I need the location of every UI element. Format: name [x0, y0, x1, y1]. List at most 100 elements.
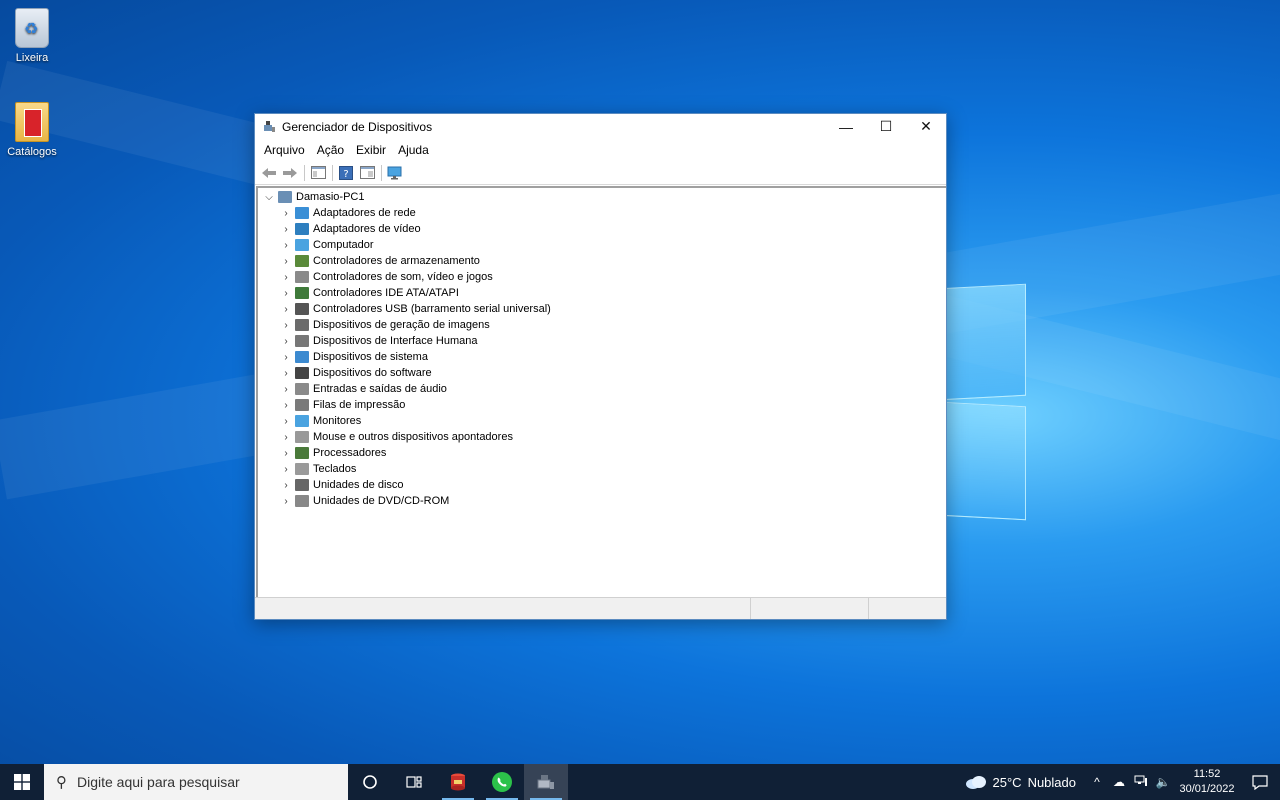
help-button[interactable]: ?: [336, 164, 356, 182]
tree-category-node[interactable]: › Computador: [258, 237, 946, 253]
tree-category-node[interactable]: › Adaptadores de rede: [258, 205, 946, 221]
desktop-icon-catalogos[interactable]: Catálogos: [0, 102, 67, 158]
tree-category-node[interactable]: › Controladores de som, vídeo e jogos: [258, 269, 946, 285]
properties-button[interactable]: [357, 164, 377, 182]
tree-category-label: Controladores IDE ATA/ATAPI: [313, 287, 459, 299]
chevron-up-icon[interactable]: ^: [1086, 775, 1108, 789]
taskbar-app-whatsapp[interactable]: [480, 764, 524, 800]
tree-category-node[interactable]: › Monitores: [258, 413, 946, 429]
menu-acao[interactable]: Ação: [311, 141, 350, 159]
chevron-right-icon[interactable]: ›: [279, 448, 293, 459]
chevron-right-icon[interactable]: ›: [279, 384, 293, 395]
minimize-button[interactable]: —: [826, 114, 866, 139]
chevron-right-icon[interactable]: ›: [279, 288, 293, 299]
chevron-down-icon[interactable]: ⌵: [262, 192, 276, 203]
tree-category-node[interactable]: › Controladores IDE ATA/ATAPI: [258, 285, 946, 301]
tree-category-node[interactable]: › Dispositivos de geração de imagens: [258, 317, 946, 333]
chevron-right-icon[interactable]: ›: [279, 240, 293, 251]
volume-icon[interactable]: 🔈: [1152, 775, 1174, 789]
chevron-right-icon[interactable]: ›: [279, 480, 293, 491]
clock-time: 11:52: [1193, 768, 1221, 780]
title-bar[interactable]: Gerenciador de Dispositivos — ☐ ✕: [255, 114, 946, 139]
start-button[interactable]: [0, 764, 44, 800]
tree-category-label: Computador: [313, 239, 374, 251]
notification-center-button[interactable]: [1240, 764, 1280, 800]
tree-category-node[interactable]: › Dispositivos de Interface Humana: [258, 333, 946, 349]
chevron-right-icon[interactable]: ›: [279, 416, 293, 427]
tree-category-label: Controladores USB (barramento serial uni…: [313, 303, 551, 315]
back-button[interactable]: [259, 164, 279, 182]
status-cell: [751, 598, 869, 619]
tree-category-node[interactable]: › Teclados: [258, 461, 946, 477]
system-device-icon: [295, 351, 309, 363]
tree-category-node[interactable]: › Entradas e saídas de áudio: [258, 381, 946, 397]
weather-widget[interactable]: 25°C Nublado: [965, 775, 1076, 790]
whatsapp-icon: [492, 772, 512, 792]
tree-category-label: Dispositivos de Interface Humana: [313, 335, 478, 347]
desktop-icon-label: Catálogos: [7, 146, 57, 158]
chevron-right-icon[interactable]: ›: [279, 208, 293, 219]
tree-category-node[interactable]: › Unidades de disco: [258, 477, 946, 493]
printer-icon: [295, 399, 309, 411]
chevron-right-icon[interactable]: ›: [279, 336, 293, 347]
weather-condition: Nublado: [1027, 774, 1076, 790]
database-app-icon: [451, 773, 465, 791]
system-tray: 25°C Nublado ^ ☁ 🔈 11:52 30/01/2022: [965, 764, 1280, 800]
camera-icon: [295, 319, 309, 331]
forward-button[interactable]: [280, 164, 300, 182]
chevron-right-icon[interactable]: ›: [279, 256, 293, 267]
keyboard-icon: [295, 463, 309, 475]
menu-ajuda[interactable]: Ajuda: [392, 141, 435, 159]
tree-category-node[interactable]: › Mouse e outros dispositivos apontadores: [258, 429, 946, 445]
maximize-button[interactable]: ☐: [866, 114, 906, 139]
device-tree: ⌵ Damasio-PC1 › Adaptadores de rede › Adapt…: [256, 186, 946, 598]
tree-category-label: Dispositivos do software: [313, 367, 432, 379]
onedrive-cloud-icon[interactable]: ☁: [1108, 775, 1130, 789]
cortana-button[interactable]: [348, 764, 392, 800]
chevron-right-icon[interactable]: ›: [279, 320, 293, 331]
close-button[interactable]: ✕: [906, 114, 946, 139]
menu-exibir[interactable]: Exibir: [350, 141, 392, 159]
task-view-button[interactable]: [392, 764, 436, 800]
search-placeholder: Digite aqui para pesquisar: [77, 774, 240, 790]
chevron-right-icon[interactable]: ›: [279, 224, 293, 235]
chevron-right-icon[interactable]: ›: [279, 304, 293, 315]
tree-category-node[interactable]: › Unidades de DVD/CD-ROM: [258, 493, 946, 509]
tree-root-node[interactable]: ⌵ Damasio-PC1: [258, 189, 946, 205]
chevron-right-icon[interactable]: ›: [279, 368, 293, 379]
network-icon[interactable]: [1130, 775, 1152, 790]
tree-category-node[interactable]: › Adaptadores de vídeo: [258, 221, 946, 237]
menu-arquivo[interactable]: Arquivo: [258, 141, 311, 159]
chevron-right-icon[interactable]: ›: [279, 464, 293, 475]
cloud-icon: [965, 776, 986, 789]
desktop-icon-recycle-bin[interactable]: Lixeira: [0, 8, 67, 64]
tree-category-label: Adaptadores de vídeo: [313, 223, 421, 235]
computer-root-icon: [278, 191, 292, 203]
device-manager-icon: [263, 120, 276, 133]
dvd-drive-icon: [295, 495, 309, 507]
disk-drive-icon: [295, 479, 309, 491]
tree-category-node[interactable]: › Processadores: [258, 445, 946, 461]
show-hide-console-tree-button[interactable]: [308, 164, 328, 182]
properties-icon: [359, 166, 375, 179]
tree-category-node[interactable]: › Controladores USB (barramento serial un…: [258, 301, 946, 317]
taskbar-app-database[interactable]: [436, 764, 480, 800]
chevron-right-icon[interactable]: ›: [279, 400, 293, 411]
tree-category-node[interactable]: › Dispositivos do software: [258, 365, 946, 381]
chevron-right-icon[interactable]: ›: [279, 352, 293, 363]
tree-category-node[interactable]: › Dispositivos de sistema: [258, 349, 946, 365]
tree-category-node[interactable]: › Controladores de armazenamento: [258, 253, 946, 269]
chevron-right-icon[interactable]: ›: [279, 496, 293, 507]
tree-category-node[interactable]: › Filas de impressão: [258, 397, 946, 413]
clock[interactable]: 11:52 30/01/2022: [1174, 767, 1240, 797]
scan-hardware-button[interactable]: [385, 164, 405, 182]
sound-icon: [295, 271, 309, 283]
audio-io-icon: [295, 383, 309, 395]
taskbar-search-box[interactable]: ⚲ Digite aqui para pesquisar: [44, 764, 348, 800]
storage-controller-icon: [295, 255, 309, 267]
chevron-right-icon[interactable]: ›: [279, 272, 293, 283]
tree-category-label: Entradas e saídas de áudio: [313, 383, 447, 395]
hid-icon: [295, 335, 309, 347]
taskbar-app-device-manager[interactable]: [524, 764, 568, 800]
chevron-right-icon[interactable]: ›: [279, 432, 293, 443]
